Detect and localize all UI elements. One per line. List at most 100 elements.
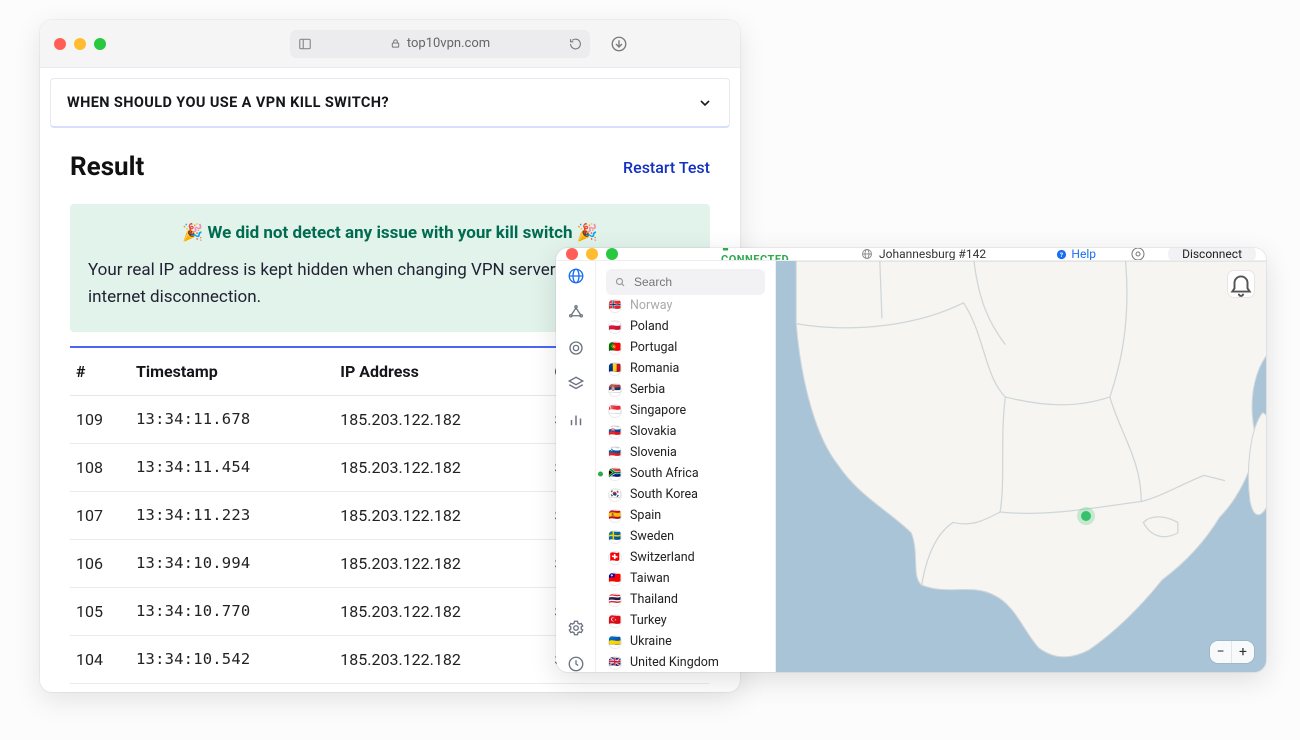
country-name: Portugal xyxy=(630,340,677,355)
flag-icon: 🇸🇪 xyxy=(608,530,622,544)
list-item[interactable]: 🇸🇮 Slovenia xyxy=(596,442,775,463)
list-item[interactable]: 🇵🇹 Portugal xyxy=(596,337,775,358)
vpn-app-window: CONNECTED Johannesburg #142 ? Help Disco… xyxy=(556,248,1266,672)
flag-icon: 🇵🇹 xyxy=(608,341,622,355)
globe-icon xyxy=(861,248,873,260)
target-icon[interactable] xyxy=(567,339,585,357)
flag-icon: 🇹🇼 xyxy=(608,572,622,586)
country-name: Thailand xyxy=(630,592,678,607)
flag-icon: 🇺🇦 xyxy=(608,635,622,649)
cell-timestamp: 13:34:11.223 xyxy=(130,491,334,539)
country-name: Poland xyxy=(630,319,669,334)
cell-ip: 185.203.122.182 xyxy=(334,635,548,683)
country-name: Taiwan xyxy=(630,571,670,586)
cell-index: 108 xyxy=(70,443,130,491)
meshnet-icon[interactable] xyxy=(567,303,585,321)
list-item[interactable]: 🇺🇦 Ukraine xyxy=(596,631,775,652)
country-name: Slovenia xyxy=(630,445,677,460)
cell-ip: 185.203.122.182 xyxy=(334,491,548,539)
cell-ip: 185.203.122.182 xyxy=(334,395,548,443)
col-index: # xyxy=(70,347,130,396)
list-item[interactable]: 🇰🇷 South Korea xyxy=(596,484,775,505)
flag-icon: 🇸🇬 xyxy=(608,404,622,418)
restart-test-link[interactable]: Restart Test xyxy=(623,158,710,177)
downloads-icon[interactable] xyxy=(610,35,628,53)
zoom-out-button[interactable]: − xyxy=(1210,641,1232,663)
flag-icon: 🇸🇮 xyxy=(608,446,622,460)
banner-headline: 🎉 We did not detect any issue with your … xyxy=(88,220,692,247)
history-icon[interactable] xyxy=(567,655,585,672)
cell-timestamp: 13:34:10.770 xyxy=(130,587,334,635)
country-name: Singapore xyxy=(630,403,686,418)
flag-icon: 🇷🇴 xyxy=(608,362,622,376)
chevron-down-icon xyxy=(697,95,713,111)
zoom-controls: − + xyxy=(1210,641,1254,663)
list-item[interactable]: 🇬🇧 United Kingdom xyxy=(596,652,775,672)
faq-accordion[interactable]: WHEN SHOULD YOU USE A VPN KILL SWITCH? xyxy=(50,78,730,128)
layers-icon[interactable] xyxy=(567,375,585,393)
cell-index: 109 xyxy=(70,395,130,443)
country-name: Slovakia xyxy=(630,424,676,439)
accordion-title: WHEN SHOULD YOU USE A VPN KILL SWITCH? xyxy=(67,94,389,111)
minimize-window-button[interactable] xyxy=(74,38,86,50)
list-item[interactable]: 🇹🇷Turkey xyxy=(596,610,775,631)
vpn-sidebar xyxy=(556,261,596,672)
map[interactable]: − + xyxy=(776,261,1266,672)
country-name: Serbia xyxy=(630,382,665,397)
zoom-in-button[interactable]: + xyxy=(1232,641,1254,663)
col-timestamp: Timestamp xyxy=(130,347,334,396)
list-item[interactable]: 🇹🇭 Thailand xyxy=(596,589,775,610)
address-bar[interactable]: top10vpn.com xyxy=(290,30,590,58)
close-window-button[interactable] xyxy=(566,248,578,260)
list-item[interactable]: 🇷🇸Serbia xyxy=(596,379,775,400)
notifications-button[interactable] xyxy=(1228,271,1254,297)
list-item[interactable]: 🇨🇭 Switzerland xyxy=(596,547,775,568)
cell-index: 107 xyxy=(70,491,130,539)
search-input[interactable] xyxy=(606,269,765,295)
list-item[interactable]: 🇳🇴 Norway xyxy=(596,299,775,316)
country-name: Spain xyxy=(630,508,661,523)
sidebar-toggle-icon[interactable] xyxy=(298,37,312,51)
reload-icon[interactable] xyxy=(569,37,582,50)
cell-timestamp: 13:34:10.542 xyxy=(130,635,334,683)
lock-icon xyxy=(390,38,401,49)
list-item[interactable]: 🇸🇰 Slovakia xyxy=(596,421,775,442)
maximize-window-button[interactable] xyxy=(94,38,106,50)
stats-icon[interactable] xyxy=(567,411,585,429)
settings-icon[interactable] xyxy=(567,619,585,637)
flag-icon: 🇪🇸 xyxy=(608,509,622,523)
cell-timestamp: 13:34:11.678 xyxy=(130,395,334,443)
country-name: United Kingdom xyxy=(630,655,719,670)
country-name: Ukraine xyxy=(630,634,672,649)
search-field[interactable] xyxy=(632,274,757,290)
flag-icon: 🇹🇭 xyxy=(608,593,622,607)
help-icon: ? xyxy=(1056,249,1067,260)
flag-icon: 🇨🇭 xyxy=(608,551,622,565)
flag-icon: 🇸🇰 xyxy=(608,425,622,439)
flag-icon: 🇬🇧 xyxy=(608,656,622,670)
vpn-titlebar: CONNECTED Johannesburg #142 ? Help Disco… xyxy=(556,248,1266,260)
cell-index: 105 xyxy=(70,587,130,635)
list-item[interactable]: 🇸🇪Sweden xyxy=(596,526,775,547)
list-item[interactable]: 🇪🇸 Spain xyxy=(596,505,775,526)
country-name: Turkey xyxy=(630,613,667,628)
flag-icon: 🇿🇦 xyxy=(608,467,622,481)
flag-icon: 🇰🇷 xyxy=(608,488,622,502)
maximize-window-button[interactable] xyxy=(606,248,618,260)
country-name: South Africa xyxy=(630,466,699,481)
minimize-window-button[interactable] xyxy=(586,248,598,260)
server-pin[interactable] xyxy=(1081,511,1091,521)
country-list[interactable]: 🇳🇴 Norway 🇵🇱Poland 🇵🇹 Portugal 🇷🇴 Romania 🇷🇸S… xyxy=(596,299,775,672)
list-item[interactable]: 🇸🇬 Singapore xyxy=(596,400,775,421)
cell-ip: 185.203.122.182 xyxy=(334,443,548,491)
list-item[interactable]: 🇹🇼 Taiwan xyxy=(596,568,775,589)
country-name: Switzerland xyxy=(630,550,695,565)
close-window-button[interactable] xyxy=(54,38,66,50)
globe-icon[interactable] xyxy=(567,267,585,285)
list-item[interactable]: 🇷🇴 Romania xyxy=(596,358,775,379)
list-item[interactable]: 🇿🇦 South Africa xyxy=(596,463,775,484)
list-item[interactable]: 🇵🇱Poland xyxy=(596,316,775,337)
country-name: South Korea xyxy=(630,487,698,502)
result-heading: Result xyxy=(70,152,144,182)
country-name: Romania xyxy=(630,361,679,376)
